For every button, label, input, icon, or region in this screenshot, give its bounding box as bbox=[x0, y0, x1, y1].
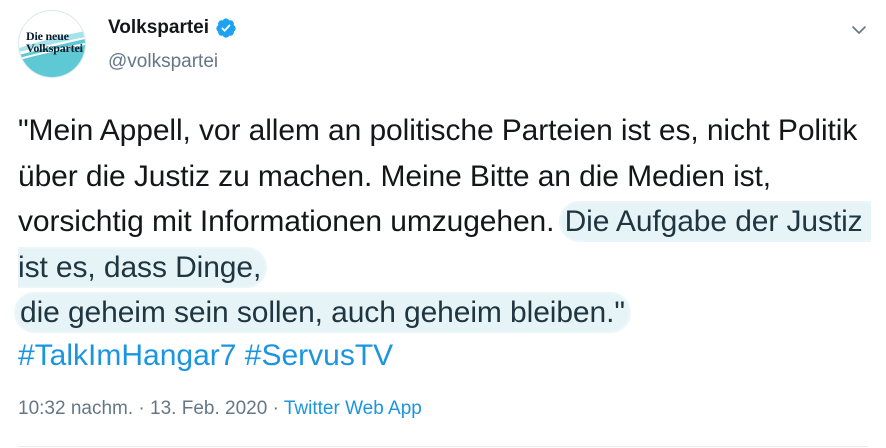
avatar-logo-line2: Volkspartei bbox=[26, 41, 83, 55]
verified-badge-icon bbox=[216, 18, 236, 38]
hashtag-servustv[interactable]: #ServusTV bbox=[245, 339, 393, 372]
chevron-down-icon[interactable] bbox=[850, 21, 868, 39]
avatar[interactable]: Die neue Volkspartei bbox=[18, 10, 86, 78]
hashtags: #TalkImHangar7 #ServusTV bbox=[18, 336, 393, 376]
tweet-text: "Mein Appell, vor allem an politische Pa… bbox=[16, 108, 871, 336]
tweet-text-highlight-2: die geheim sein sollen, auch geheim blei… bbox=[16, 294, 629, 331]
hashtag-talkimhangar7[interactable]: #TalkImHangar7 bbox=[18, 339, 236, 372]
meta-separator: · bbox=[267, 398, 284, 419]
name-row: Volkspartei bbox=[108, 15, 237, 41]
meta-separator: · bbox=[133, 398, 151, 419]
tweet-source[interactable]: Twitter Web App bbox=[284, 398, 422, 419]
tweet-meta: 10:32 nachm. · 13. Feb. 2020 · Twitter W… bbox=[18, 398, 422, 420]
avatar-logo-text: Die neue Volkspartei bbox=[26, 30, 83, 55]
tweet-time[interactable]: 10:32 nachm. bbox=[18, 398, 133, 419]
user-handle[interactable]: @volkspartei bbox=[108, 51, 218, 73]
tweet-date[interactable]: 13. Feb. 2020 bbox=[150, 398, 267, 419]
display-name[interactable]: Volkspartei bbox=[108, 17, 209, 39]
divider bbox=[18, 446, 868, 447]
